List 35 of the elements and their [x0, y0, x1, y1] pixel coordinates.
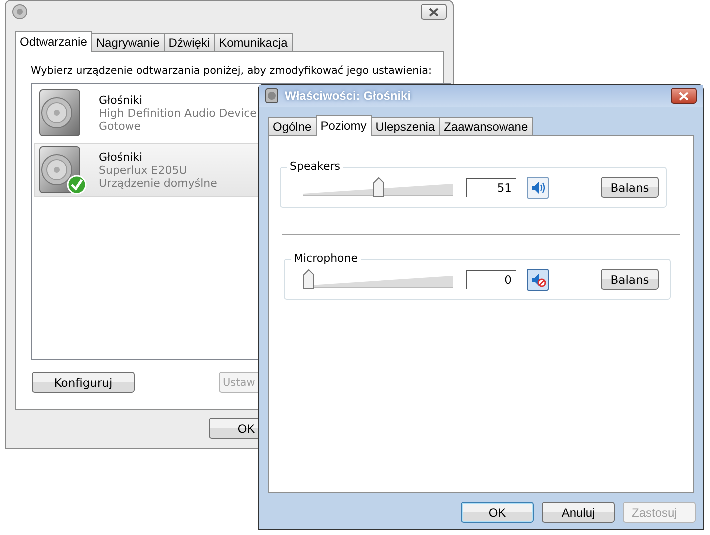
device-status: Gotowe: [99, 120, 142, 132]
slider-thumb[interactable]: [373, 176, 386, 198]
device-name: Głośniki: [99, 94, 144, 106]
tab[interactable]: Poziomy: [316, 115, 372, 136]
group-label: Speakers: [287, 160, 344, 174]
tab[interactable]: Odtwarzanie: [15, 31, 92, 52]
group-label: Microphone: [291, 252, 362, 266]
mute-button[interactable]: [527, 176, 549, 198]
device-model: Superlux E205U: [99, 164, 188, 176]
instruction-text: Wybierz urządzenie odtwarzania poniżej, aby zmodyfikować jego ustawienia:: [31, 64, 432, 78]
tab[interactable]: Ulepszenia: [370, 117, 440, 135]
volume-slider[interactable]: [303, 268, 453, 290]
balance-button[interactable]: Balans: [601, 269, 659, 290]
mute-button[interactable]: [527, 268, 549, 290]
configure-button[interactable]: Konfiguruj: [32, 372, 135, 393]
tab[interactable]: Zaawansowane: [439, 117, 534, 135]
close-icon: [428, 8, 440, 16]
close-icon: [678, 92, 690, 100]
close-button[interactable]: [671, 88, 697, 104]
device-model: High Definition Audio Device: [99, 106, 257, 120]
close-button[interactable]: [421, 4, 447, 20]
tab[interactable]: Ogólne: [268, 117, 317, 135]
device-status: Urządzenie domyślne: [99, 176, 218, 190]
tab[interactable]: Komunikacja: [214, 33, 293, 51]
volume-field[interactable]: 0: [466, 270, 516, 289]
cancel-button[interactable]: Anuluj: [542, 502, 615, 523]
slider-thumb[interactable]: [303, 268, 315, 290]
window-title: Właściwości: Głośniki: [285, 89, 412, 103]
balance-button[interactable]: Balans: [601, 177, 659, 198]
volume-slider[interactable]: [303, 176, 453, 198]
volume-field[interactable]: 51: [466, 178, 516, 197]
device-name: Głośniki: [99, 150, 144, 164]
tab[interactable]: Nagrywanie: [91, 33, 165, 51]
ok-button[interactable]: OK: [461, 502, 534, 523]
tab[interactable]: Dźwięki: [164, 33, 216, 51]
